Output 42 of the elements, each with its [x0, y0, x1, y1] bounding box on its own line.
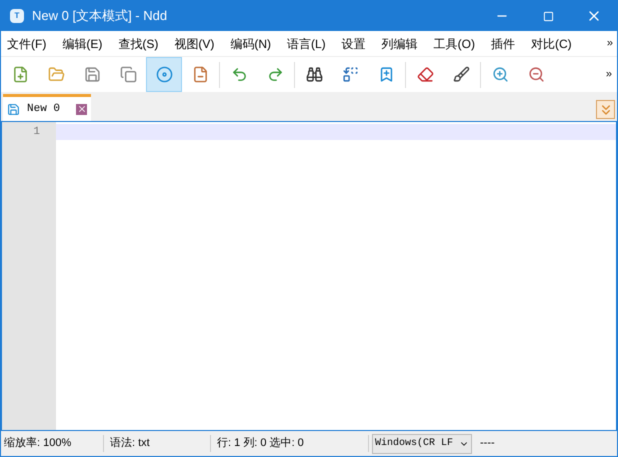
zoom-status: 缩放率: 100%: [1, 435, 104, 452]
encoding-status: ----: [480, 436, 495, 452]
syntax-status: 语法: txt: [104, 435, 211, 452]
save-icon: [84, 66, 100, 83]
cursor-position: 行: 1 列: 0 选中: 0: [211, 435, 369, 452]
undo-icon: [230, 66, 248, 83]
tab-label: New 0: [27, 102, 60, 117]
disc-icon: [156, 66, 172, 83]
eraser-icon: [416, 66, 434, 83]
copy-icon: [120, 66, 136, 83]
line-ending-dropdown[interactable]: Windows(CR LF: [372, 434, 472, 454]
menu-item[interactable]: 列编辑: [376, 34, 424, 52]
zoom-in-icon: [492, 66, 508, 83]
menu-item[interactable]: 设置: [336, 34, 372, 52]
menu-overflow[interactable]: »: [606, 35, 617, 52]
menu-item[interactable]: 编辑(E): [56, 34, 108, 52]
menu-item[interactable]: 工具(O): [428, 34, 481, 52]
editor[interactable]: 1: [1, 121, 617, 431]
new-file-icon: [12, 66, 28, 83]
line-number: 1: [32, 125, 41, 140]
tab-close-icon[interactable]: [76, 104, 87, 114]
binoculars-icon: [306, 66, 322, 83]
menu-item[interactable]: 编码(N): [224, 34, 277, 52]
menu-item[interactable]: 对比(C): [525, 34, 578, 52]
redo-icon: [266, 66, 284, 83]
file-minus-icon: [192, 66, 208, 83]
zoom-out-icon: [528, 66, 544, 83]
folder-icon: [48, 66, 64, 83]
menu-item[interactable]: 视图(V): [168, 34, 220, 52]
app-icon: T: [10, 9, 24, 23]
replace-icon: [342, 66, 358, 83]
menu-item[interactable]: 查找(S): [112, 34, 164, 52]
document-tab[interactable]: New 0: [3, 94, 91, 121]
brush-icon: [452, 66, 470, 83]
tab-list-button[interactable]: [596, 100, 615, 119]
menu-item[interactable]: 文件(F): [1, 34, 52, 52]
menu-item[interactable]: 插件: [485, 34, 521, 52]
maximize-icon: [542, 10, 554, 22]
window-title: New 0 [文本模式] - Ndd: [32, 7, 168, 26]
toolbar-overflow[interactable]: »: [606, 66, 616, 83]
menu-item[interactable]: 语言(L): [281, 34, 332, 52]
save-icon: [7, 102, 20, 116]
